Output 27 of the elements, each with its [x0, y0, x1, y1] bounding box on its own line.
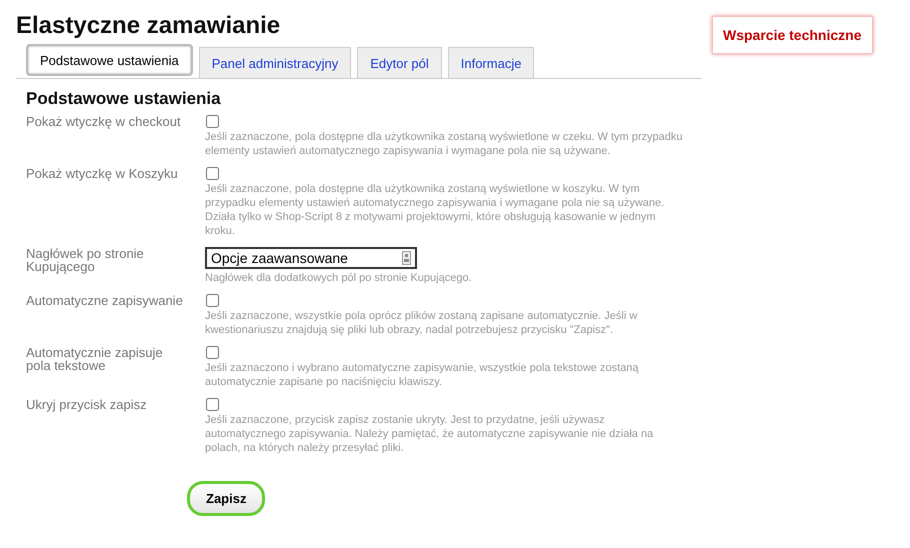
tab[interactable]: Podstawowe ustawienia [26, 44, 193, 76]
setting-description: Jeśli zaznaczone, przycisk zapisz zostanie ukryty. Jest to przydatne, jeśli używasz automatycznego zapisywania. Należy pamiętać, że automatyczne zapisywanie nie działa na polach, na których należy przesyłać pliki. [205, 413, 654, 455]
setting-label: Pokaż wtyczkę w Koszyku [26, 167, 179, 183]
save-button[interactable]: Zapisz [187, 481, 266, 516]
setting-description: Jeśli zaznaczono i wybrano automatyczne zapisywanie, wszystkie pola tekstowe zostaną automatycznie zapisane po naciśnięciu klawiszy. [205, 361, 640, 389]
keyboard-icon [402, 251, 411, 265]
setting-description: Jeśli zaznaczone, wszystkie pola oprócz plików zostaną zapisane automatycznie. Jeśli w kwestionariuszu znajdują się pliki lub obrazy, nadal potrzebujesz przycisku "Zapisz". [205, 309, 638, 337]
tab[interactable]: Edytor pól [357, 47, 442, 78]
input-field[interactable]: Opcje zaawansowane [205, 247, 417, 269]
setting-label: Nagłówek po stronie Kupującego [26, 247, 145, 276]
support-button[interactable]: Wsparcie techniczne [712, 16, 872, 54]
tab[interactable]: Panel administracyjny [198, 47, 352, 78]
setting-label: Automatyczne zapisywanie [26, 294, 184, 310]
setting-description: Jeśli zaznaczone, pola dostępne dla użytkownika zostaną wyświetlone w koszyku. W tym przypadku elementy ustawień automatycznego zapisywania i wymagane pola nie są używane. Działa tylko w Shop-Script 8 z motywami projektowymi, które obsługują kasowanie w jednym kroku. [205, 182, 666, 238]
tab[interactable]: Informacje [448, 47, 534, 78]
checkbox[interactable] [206, 346, 219, 359]
checkbox[interactable] [206, 294, 219, 307]
checkbox[interactable] [206, 167, 219, 180]
setting-label: Automatycznie zapisuje pola tekstowe [26, 346, 164, 375]
page-title: Elastyczne zamawianie [16, 12, 282, 40]
section-title: Podstawowe ustawienia [26, 89, 222, 109]
checkbox[interactable] [206, 115, 219, 128]
setting-label: Ukryj przycisk zapisz [26, 398, 148, 414]
checkbox[interactable] [206, 398, 219, 411]
setting-description: Nagłówek dla dodatkowych pól po stronie Kupującego. [205, 271, 473, 285]
setting-label: Pokaż wtyczkę w checkout [26, 115, 182, 131]
setting-description: Jeśli zaznaczone, pola dostępne dla użytkownika zostaną wyświetlone w czeku. W tym przypadku elementy ustawień automatycznego zapisywania i wymagane pola nie są używane. [205, 130, 684, 158]
